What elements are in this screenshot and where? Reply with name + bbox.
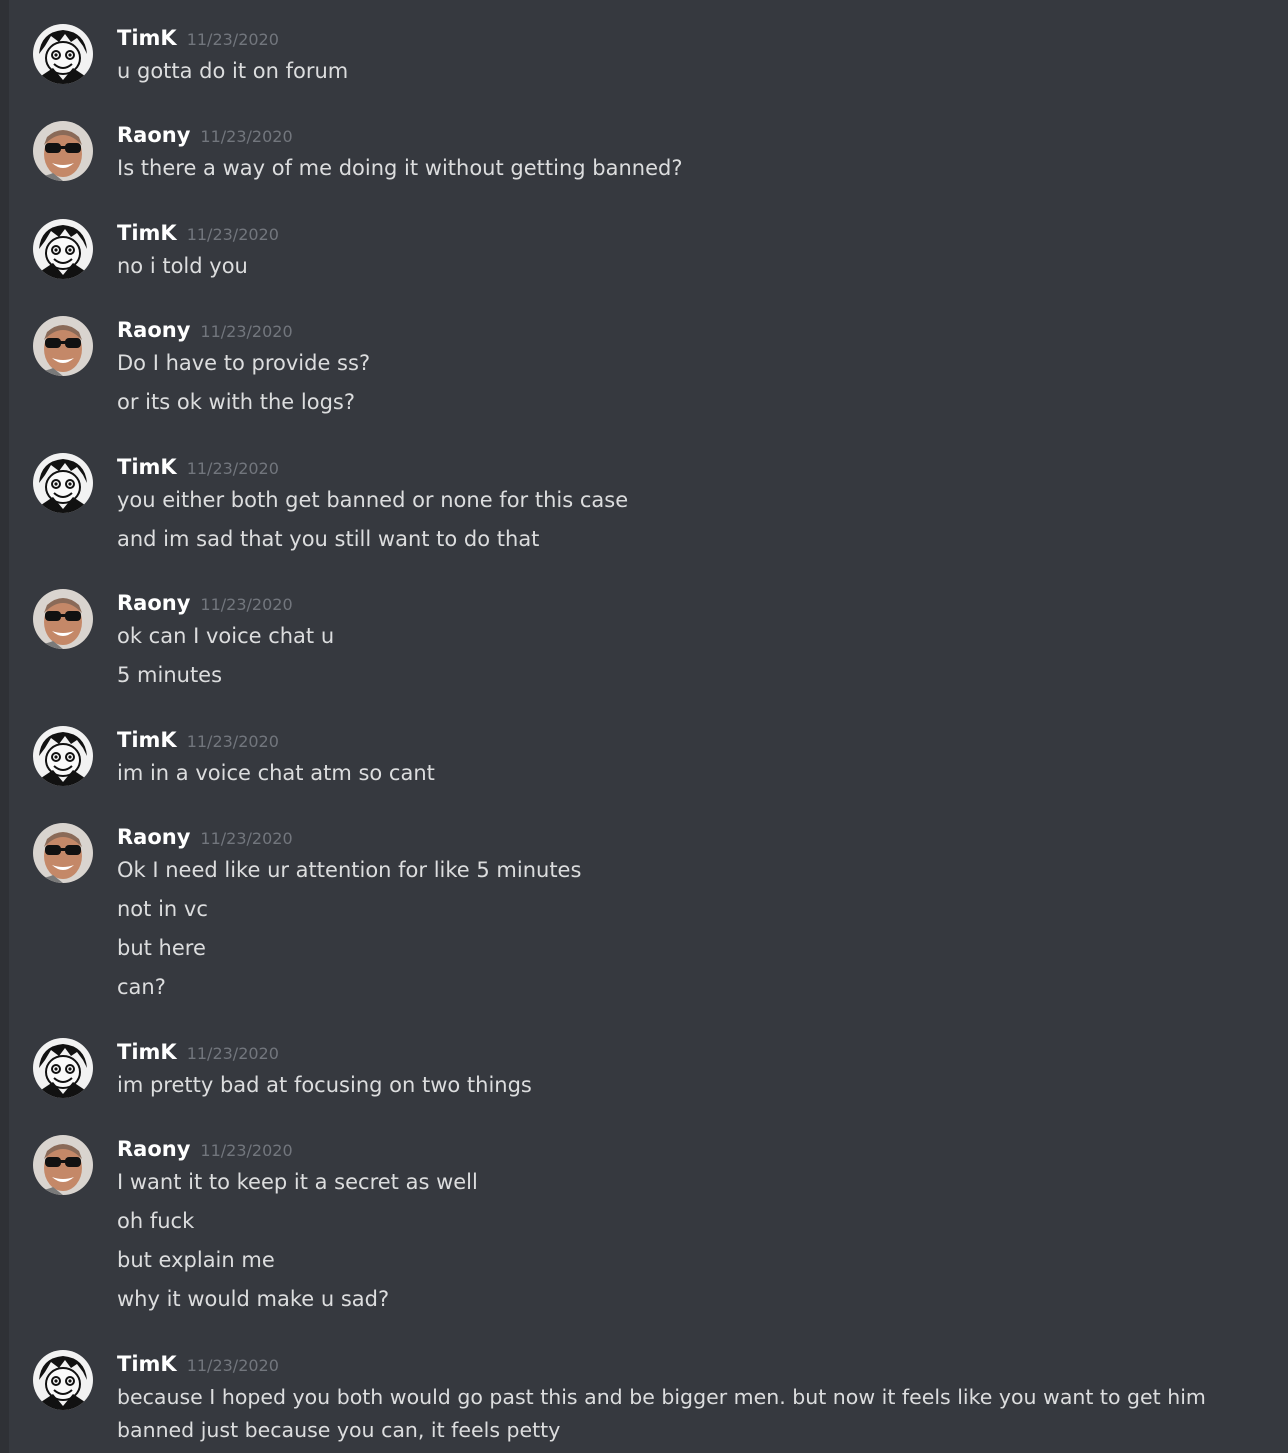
- author-name[interactable]: TimK: [117, 1040, 177, 1064]
- message-header: TimK 11/23/2020: [117, 24, 279, 52]
- message-line: Ok I need like ur attention for like 5 m…: [117, 858, 582, 882]
- user-photo-avatar[interactable]: [33, 589, 93, 649]
- author-name[interactable]: TimK: [117, 728, 177, 752]
- message-header: TimK 11/23/2020: [117, 219, 279, 247]
- message-line: because I hoped you both would go past t…: [117, 1385, 1206, 1442]
- message-header: TimK 11/23/2020: [117, 453, 279, 481]
- message-header: TimK 11/23/2020: [117, 1350, 279, 1378]
- message-line: I want it to keep it a secret as well: [117, 1170, 478, 1194]
- timestamp: 11/23/2020: [200, 829, 293, 848]
- timestamp: 11/23/2020: [186, 459, 279, 478]
- author-name[interactable]: TimK: [117, 1352, 177, 1376]
- message-header: TimK 11/23/2020: [117, 726, 279, 754]
- anime-avatar-icon[interactable]: [33, 24, 93, 84]
- message-line: you either both get banned or none for t…: [117, 488, 629, 512]
- timestamp: 11/23/2020: [186, 225, 279, 244]
- timestamp: 11/23/2020: [200, 127, 293, 146]
- timestamp: 11/23/2020: [200, 595, 293, 614]
- message-line: and im sad that you still want to do tha…: [117, 527, 540, 551]
- message-line: ok can I voice chat u: [117, 624, 335, 648]
- message-line: oh fuck: [117, 1209, 195, 1233]
- message-line: u gotta do it on forum: [117, 59, 349, 83]
- timestamp: 11/23/2020: [186, 30, 279, 49]
- message-header: TimK 11/23/2020: [117, 1038, 279, 1066]
- anime-avatar-icon[interactable]: [33, 1038, 93, 1098]
- author-name[interactable]: TimK: [117, 26, 177, 50]
- author-name[interactable]: Raony: [117, 591, 190, 615]
- anime-avatar-icon[interactable]: [33, 726, 93, 786]
- timestamp: 11/23/2020: [186, 732, 279, 751]
- message-line: no i told you: [117, 254, 248, 278]
- anime-avatar-icon[interactable]: [33, 453, 93, 513]
- author-name[interactable]: TimK: [117, 221, 177, 245]
- message-header: Raony 11/23/2020: [117, 316, 293, 344]
- anime-avatar-icon[interactable]: [33, 1350, 93, 1410]
- message-line: im in a voice chat atm so cant: [117, 761, 435, 785]
- author-name[interactable]: Raony: [117, 1137, 190, 1161]
- message-line: but here: [117, 936, 206, 960]
- message-line: why it would make u sad?: [117, 1287, 390, 1311]
- timestamp: 11/23/2020: [186, 1044, 279, 1063]
- user-photo-avatar[interactable]: [33, 121, 93, 181]
- message-line: or its ok with the logs?: [117, 390, 355, 414]
- message-line: not in vc: [117, 897, 208, 921]
- chat-message-list[interactable]: TimK 11/23/2020 u gotta do it on forum Ra…: [0, 0, 1288, 1453]
- timestamp: 11/23/2020: [186, 1356, 279, 1375]
- message-header: Raony 11/23/2020: [117, 589, 293, 617]
- message-line: but explain me: [117, 1248, 275, 1272]
- message-line: Is there a way of me doing it without ge…: [117, 156, 683, 180]
- message-header: Raony 11/23/2020: [117, 1135, 293, 1163]
- user-photo-avatar[interactable]: [33, 823, 93, 883]
- message-line: Do I have to provide ss?: [117, 351, 371, 375]
- user-photo-avatar[interactable]: [33, 1135, 93, 1195]
- message-header: Raony 11/23/2020: [117, 121, 293, 149]
- message-line: im pretty bad at focusing on two things: [117, 1073, 532, 1097]
- author-name[interactable]: TimK: [117, 455, 177, 479]
- author-name[interactable]: Raony: [117, 123, 190, 147]
- timestamp: 11/23/2020: [200, 1141, 293, 1160]
- author-name[interactable]: Raony: [117, 825, 190, 849]
- message-line: can?: [117, 975, 166, 999]
- author-name[interactable]: Raony: [117, 318, 190, 342]
- anime-avatar-icon[interactable]: [33, 219, 93, 279]
- user-photo-avatar[interactable]: [33, 316, 93, 376]
- timestamp: 11/23/2020: [200, 322, 293, 341]
- message-header: Raony 11/23/2020: [117, 823, 293, 851]
- message-line: 5 minutes: [117, 663, 223, 687]
